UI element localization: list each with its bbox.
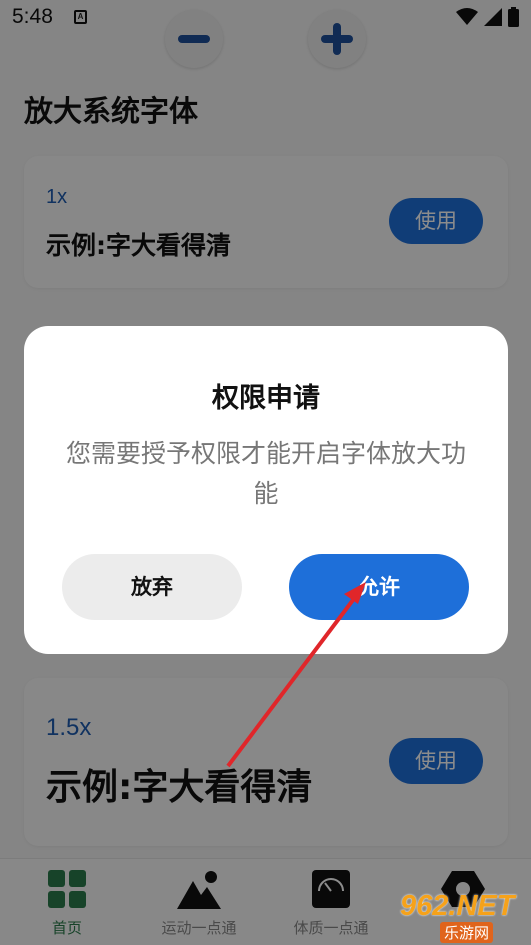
cancel-button[interactable]: 放弃 xyxy=(62,554,242,620)
watermark-logo: 962.NET 乐游网 xyxy=(392,890,530,943)
watermark-text: 962.NET xyxy=(400,890,515,922)
watermark-subtext: 乐游网 xyxy=(440,922,494,943)
dialog-message: 您需要授予权限才能开启字体放大功能 xyxy=(65,439,466,508)
dialog-title: 权限申请 xyxy=(212,383,320,414)
allow-button[interactable]: 允许 xyxy=(289,554,469,620)
permission-dialog: 权限申请 您需要授予权限才能开启字体放大功能 放弃 允许 xyxy=(24,326,508,654)
